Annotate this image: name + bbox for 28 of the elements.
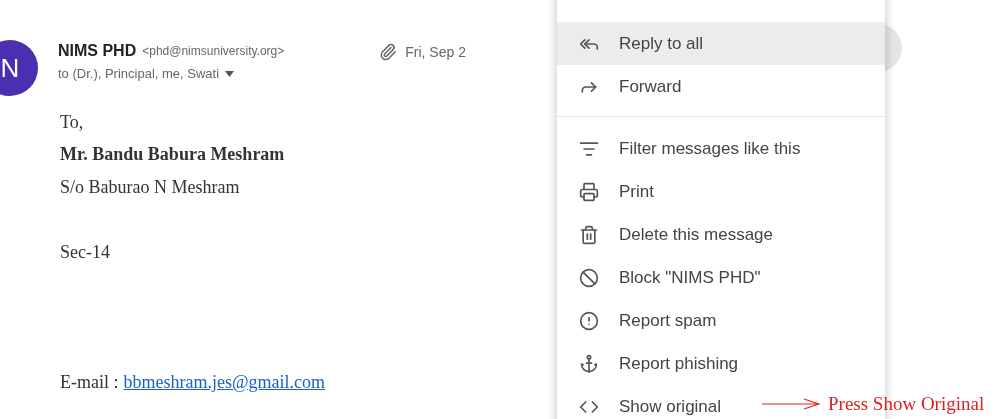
menu-item[interactable]: Report spam [557,299,733,342]
body-text: To, [60,111,84,133]
menu-item[interactable]: Filter messages like this [557,127,817,170]
menu-item[interactable]: Forward [557,65,698,108]
block-icon [579,267,599,288]
sender-address: <phd@nimsuniversity.org> [142,44,285,58]
caret-icon[interactable] [225,70,235,77]
menu-item[interactable]: Report phishing [557,342,755,385]
menu-item[interactable]: Reply to all [557,22,885,65]
sender-name: NIMS PHD [58,42,137,60]
menu-item[interactable]: Delete this message [557,213,790,256]
avatar: N [0,40,38,96]
message-date: Fri, Sep 2 [405,44,466,60]
body-text: S/o Baburao N Meshram [60,176,240,198]
paperclip-icon [379,43,398,61]
menu-item[interactable]: Show original [557,385,738,419]
body-text: Sec-14 [60,241,110,263]
menu-item[interactable]: Block "NIMS PHD" [557,256,777,299]
recipients: to (Dr.), Principal, me, Swati [58,66,220,81]
alert-icon [579,310,599,331]
annotation-text: Press Show Original [828,393,985,415]
email-link[interactable]: bbmeshram.jes@gmail.com [123,371,326,393]
trash-icon [579,224,599,245]
email-label: E-mail : [60,371,119,393]
printer-icon [579,181,599,202]
body-text: Mr. Bandu Babura Meshram [60,144,285,166]
arrow-icon [762,398,820,410]
menu-item[interactable]: Print [557,170,670,213]
